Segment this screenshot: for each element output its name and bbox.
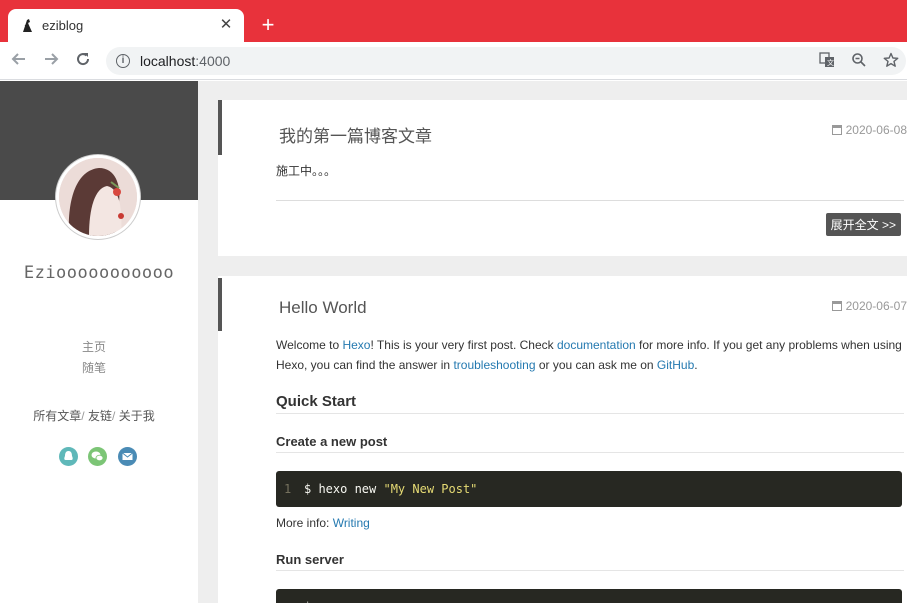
- code-block: 1 $ hexo new "My New Post": [276, 471, 902, 507]
- post-intro: Welcome to Hexo! This is your very first…: [276, 338, 902, 372]
- post-accent-bar: [218, 278, 222, 331]
- blog-name: Eziooooooooooo: [23, 263, 175, 283]
- link-about[interactable]: 关于我: [119, 409, 155, 423]
- post-divider: [276, 200, 904, 201]
- link-hexo[interactable]: Hexo: [342, 338, 370, 352]
- info-icon[interactable]: i: [116, 54, 130, 68]
- calendar-icon: [831, 125, 842, 135]
- zoom-out-icon[interactable]: [850, 52, 868, 70]
- code-line-number: 1: [284, 482, 292, 496]
- post-title[interactable]: 我的第一篇博客文章: [279, 122, 432, 147]
- heading-quick-start: Quick Start: [276, 393, 904, 414]
- post-date: 2020-06-07: [831, 299, 907, 313]
- code-line: $ hexo new "My New Post": [304, 482, 478, 496]
- reload-icon[interactable]: [72, 50, 94, 72]
- sidebar: Eziooooooooooo 主页 随笔 所有文章/ 友链/ 关于我: [0, 81, 198, 603]
- heading-run-server: Run server: [276, 552, 904, 571]
- link-github[interactable]: GitHub: [657, 358, 694, 372]
- menu-item-home[interactable]: 主页: [0, 337, 188, 358]
- back-arrow-icon[interactable]: [8, 50, 30, 72]
- link-writing[interactable]: Writing: [333, 516, 370, 530]
- translate-icon[interactable]: 文: [818, 52, 836, 70]
- tab-title: eziblog: [42, 18, 84, 33]
- avatar[interactable]: [56, 155, 140, 239]
- close-tab-icon[interactable]: ✕: [216, 15, 236, 35]
- bookmark-star-icon[interactable]: [882, 52, 900, 70]
- heading-create-post: Create a new post: [276, 434, 904, 453]
- address-bar[interactable]: i localhost:4000 文: [106, 47, 906, 75]
- link-troubleshooting[interactable]: troubleshooting: [453, 358, 535, 372]
- url-text: localhost:4000: [140, 53, 231, 69]
- side-menu: 主页 随笔: [0, 337, 188, 379]
- code-block: $: [276, 589, 902, 603]
- post-date: 2020-06-08: [831, 123, 907, 137]
- link-documentation[interactable]: documentation: [557, 338, 636, 352]
- page-viewport: Eziooooooooooo 主页 随笔 所有文章/ 友链/ 关于我 我的第一篇…: [0, 81, 907, 603]
- favicon-icon: [23, 19, 32, 32]
- post-accent-bar: [218, 100, 222, 155]
- forward-arrow-icon[interactable]: [40, 50, 62, 72]
- qq-icon[interactable]: [59, 447, 78, 466]
- post-card: 我的第一篇博客文章 2020-06-08 施工中。。。 展开全文 >>: [218, 100, 907, 256]
- link-separator: /: [81, 409, 85, 423]
- browser-tab-strip: eziblog ✕ +: [0, 0, 907, 42]
- browser-toolbar: i localhost:4000 文: [0, 42, 907, 80]
- link-all-posts[interactable]: 所有文章: [33, 409, 81, 423]
- post-title[interactable]: Hello World: [279, 298, 367, 318]
- link-separator: /: [112, 409, 116, 423]
- more-info: More info: Writing: [276, 516, 370, 530]
- menu-item-essays[interactable]: 随笔: [0, 358, 188, 379]
- post-excerpt: 施工中。。。: [276, 164, 337, 178]
- link-friends[interactable]: 友链: [88, 409, 112, 423]
- social-links: [58, 447, 138, 467]
- calendar-icon: [831, 301, 842, 311]
- wechat-icon[interactable]: [88, 447, 107, 466]
- new-tab-button[interactable]: +: [256, 12, 280, 38]
- read-more-button[interactable]: 展开全文 >>: [825, 213, 901, 236]
- email-icon[interactable]: [118, 447, 137, 466]
- svg-text:文: 文: [827, 58, 834, 67]
- side-links: 所有文章/ 友链/ 关于我: [0, 407, 188, 424]
- post-card: Hello World 2020-06-07 Welcome to Hexo! …: [218, 276, 907, 603]
- browser-tab[interactable]: eziblog ✕: [8, 9, 244, 42]
